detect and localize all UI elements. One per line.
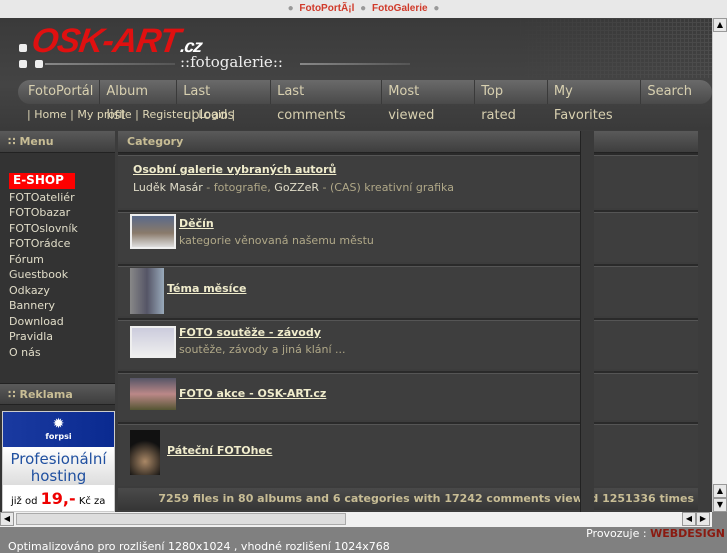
site-logo[interactable]: OSK-ART.cz <box>29 22 205 61</box>
category-row: Děčín kategorie věnovaná našemu městu <box>118 210 698 262</box>
sidebar-item-odkazy[interactable]: Odkazy <box>9 283 115 299</box>
nav-last-uploads[interactable]: Last uploads <box>177 80 272 123</box>
resolution-note: Optimalizováno pro rozlišení 1280x1024 ,… <box>8 540 390 553</box>
category-table: Category Osobní galerie vybraných autorů… <box>118 131 698 512</box>
link-my-profile[interactable]: My profile <box>77 108 131 121</box>
author-link[interactable]: GoZZeR <box>274 181 319 194</box>
header-pattern <box>512 18 712 78</box>
category-thumbnail[interactable] <box>130 214 176 249</box>
category-row: Páteční FOTOhec <box>118 422 698 486</box>
main-nav: FotoPortál Album list Last uploads Last … <box>18 80 712 123</box>
nav-my-favorites[interactable]: My Favorites <box>548 80 642 123</box>
category-thumbnail[interactable] <box>130 326 176 358</box>
scroll-down-icon[interactable]: ▼ <box>713 498 727 512</box>
logo-square <box>19 44 27 52</box>
nav-fotoportal[interactable]: FotoPortál <box>22 80 101 104</box>
operator-info: Provozuje : WEBDESIGN <box>586 527 725 540</box>
link-fotoportal[interactable]: FotoPortÃ¡l <box>299 3 354 14</box>
page-viewport: OSK-ART.cz ::fotogalerie:: FotoPortál Al… <box>0 18 712 512</box>
link-login[interactable]: Login <box>198 108 228 121</box>
scroll-up-icon[interactable]: ▲ <box>713 484 727 498</box>
vertical-scrollbar[interactable]: ▲ ▲ ▼ <box>712 18 727 512</box>
link-register[interactable]: Register <box>142 108 187 121</box>
horizontal-scrollbar[interactable]: ◀ ◀ ▶ <box>0 512 712 527</box>
category-row: FOTO akce - OSK-ART.cz <box>118 371 698 420</box>
divider <box>45 63 175 65</box>
category-row: FOTO soutěže - závody soutěže, závody a … <box>118 318 698 369</box>
sidebar-menu: E-SHOP FOTOateliér FOTObazar FOTOslovník… <box>0 153 115 360</box>
category-title-link[interactable]: Páteční FOTOhec <box>167 444 272 457</box>
sidebar-item-guestbook[interactable]: Guestbook <box>9 267 115 283</box>
category-thumbnail[interactable] <box>130 430 160 475</box>
category-title-link[interactable]: FOTO akce - OSK-ART.cz <box>179 387 326 400</box>
sidebar-item-pravidla[interactable]: Pravidla <box>9 329 115 345</box>
gear-icon: ✹ <box>52 416 65 432</box>
footer-bar: Provozuje : WEBDESIGN Optimalizováno pro… <box>0 527 727 553</box>
scroll-right-icon[interactable]: ▶ <box>696 512 710 526</box>
divider <box>300 63 410 65</box>
menu-header: ∷ Menu <box>0 131 115 153</box>
category-thumbnail[interactable] <box>130 378 176 410</box>
user-links: | Home | My profile | Register | Login | <box>27 108 236 121</box>
scroll-left-icon[interactable]: ◀ <box>682 512 696 526</box>
logo-square <box>19 60 27 68</box>
category-row: Téma měsíce <box>118 264 698 316</box>
sidebar-item-eshop[interactable]: E-SHOP <box>9 173 75 189</box>
sidebar-item-fotobazar[interactable]: FOTObazar <box>9 205 115 221</box>
category-title-link[interactable]: Osobní galerie vybraných autorů <box>133 163 336 176</box>
scroll-left-icon[interactable]: ◀ <box>0 512 14 526</box>
sidebar: ∷ Menu E-SHOP FOTOateliér FOTObazar FOTO… <box>0 131 115 512</box>
gallery-stats: 7259 files in 80 albums and 6 categories… <box>118 488 698 510</box>
nav-album-list[interactable]: Album list <box>100 80 178 123</box>
scroll-thumb[interactable] <box>16 513 346 525</box>
top-links-bar: ● FotoPortÃ¡l ● FotoGalerie ● <box>0 0 727 18</box>
category-title-link[interactable]: Téma měsíce <box>167 282 246 295</box>
logo-square <box>35 60 43 68</box>
sidebar-item-fotoradce[interactable]: FOTOrádce <box>9 236 115 252</box>
reklama-header: ∷ Reklama <box>0 383 115 405</box>
nav-last-comments[interactable]: Last comments <box>271 80 383 123</box>
category-title-link[interactable]: Děčín <box>179 217 214 230</box>
category-title-link[interactable]: FOTO soutěže - závody <box>179 326 321 339</box>
link-home[interactable]: Home <box>34 108 66 121</box>
operator-link[interactable]: WEBDESIGN <box>650 527 725 540</box>
nav-top-rated[interactable]: Top rated <box>475 80 548 123</box>
sidebar-item-bannery[interactable]: Bannery <box>9 298 115 314</box>
sidebar-item-download[interactable]: Download <box>9 314 115 330</box>
scroll-up-icon[interactable]: ▲ <box>713 18 727 32</box>
site-subtitle: ::fotogalerie:: <box>180 53 283 71</box>
sidebar-item-o-nas[interactable]: O nás <box>9 345 115 361</box>
right-column <box>580 131 594 512</box>
sidebar-item-forum[interactable]: Fórum <box>9 252 115 268</box>
category-header: Category <box>118 131 698 153</box>
category-description: soutěže, závody a jiná klání ... <box>179 343 346 356</box>
sidebar-item-fotoatelier[interactable]: FOTOateliér <box>9 190 115 206</box>
hosting-ad-banner[interactable]: ✹ forpsi Profesionální hosting již od 19,-… <box>2 411 115 512</box>
sidebar-item-fotoslovnik[interactable]: FOTOslovník <box>9 221 115 237</box>
nav-search[interactable]: Search <box>641 80 698 104</box>
link-fotogalerie[interactable]: FotoGalerie <box>372 3 428 14</box>
nav-most-viewed[interactable]: Most viewed <box>382 80 476 123</box>
category-row: Osobní galerie vybraných autorů Luděk Ma… <box>118 153 698 208</box>
category-description: kategorie věnovaná našemu městu <box>179 234 374 247</box>
category-thumbnail[interactable] <box>130 268 164 314</box>
header: OSK-ART.cz ::fotogalerie:: FotoPortál Al… <box>0 18 712 130</box>
author-link[interactable]: Luděk Masár <box>133 181 203 194</box>
